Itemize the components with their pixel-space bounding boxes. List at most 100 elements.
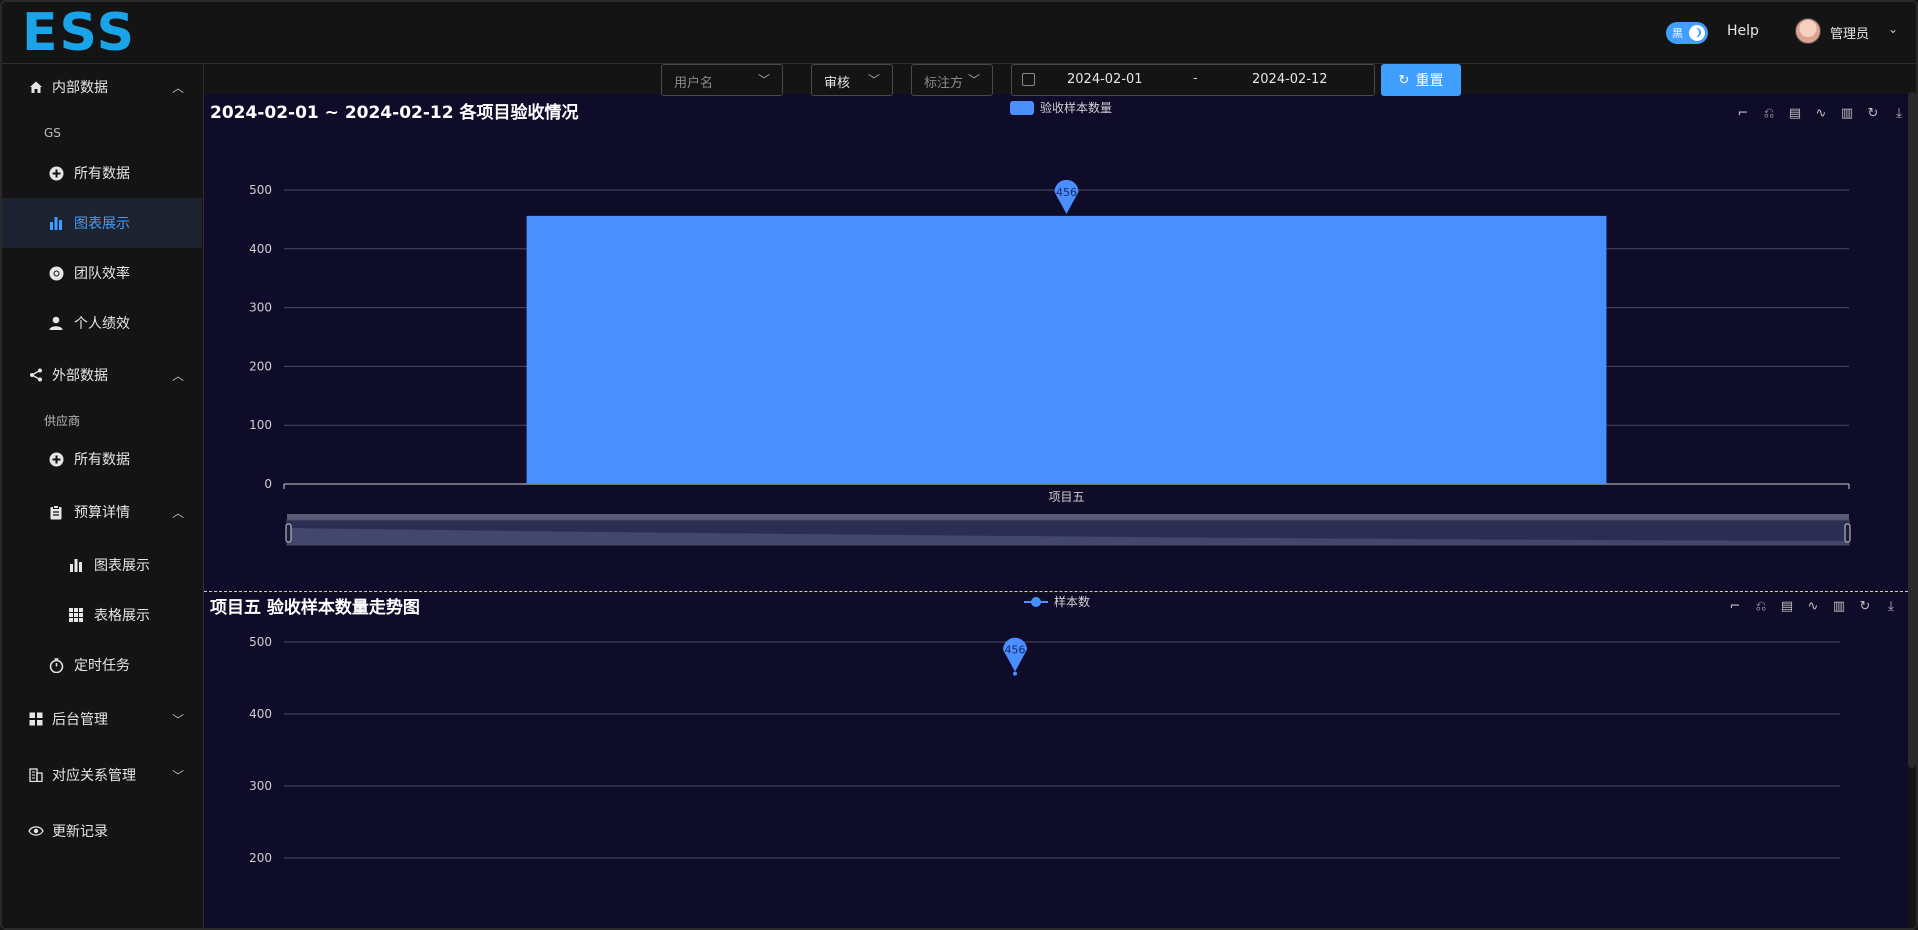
markpoint-label: 456 <box>1056 186 1077 199</box>
chart-panel-acceptance: 2024-02-01 ~ 2024-02-12 各项目验收情况 验收样本数量 ⌐… <box>204 94 1908 592</box>
sidebar-item-label: 图表展示 <box>94 558 150 574</box>
sidebar-group-external-data[interactable]: 外部数据 ︿ <box>2 350 202 400</box>
sidebar-item-budget-chart-display[interactable]: 图表展示 <box>2 540 202 590</box>
user-icon <box>48 315 64 331</box>
chevron-down-icon: ﹀ <box>171 712 184 727</box>
markpoint-label: 456 <box>1005 644 1026 657</box>
bar-chart: 0 100 200 300 400 500 项目五 456 <box>249 179 1851 546</box>
sidebar-item-label: 预算详情 <box>74 505 130 521</box>
sidebar-item-label: 团队效率 <box>74 266 130 282</box>
avatar[interactable] <box>1795 18 1821 44</box>
timer-icon <box>48 657 64 673</box>
data-zoom-left-handle <box>285 523 292 543</box>
date-start-input[interactable]: 2024-02-01 <box>1067 72 1143 87</box>
share-icon <box>28 367 44 383</box>
sidebar-item-all-data-external[interactable]: 所有数据 <box>2 434 202 484</box>
chevron-up-icon: ︿ <box>171 80 184 95</box>
help-link[interactable]: Help <box>1727 23 1759 39</box>
bar <box>526 215 1607 484</box>
sidebar-item-label: 所有数据 <box>74 452 130 468</box>
building-icon <box>28 767 44 783</box>
annotator-placeholder: 标注方 <box>924 76 964 91</box>
chevron-down-icon[interactable]: ⌄ <box>1888 22 1898 36</box>
chevron-down-icon: ﹀ <box>967 73 980 87</box>
markpoint-pin: 456 <box>1003 637 1027 672</box>
eye-icon <box>28 823 44 839</box>
chevron-down-icon: ﹀ <box>171 768 184 783</box>
y-tick-label: 200 <box>249 359 272 373</box>
top-header: ESS 黑 Help 管理员 ⌄ <box>2 2 1916 64</box>
filter-bar: 用户名 ﹀ 审核 ﹀ 标注方 ﹀ 2024-02-01 - 2024-02-12… <box>204 64 1916 96</box>
page-scrollbar[interactable] <box>1908 92 1916 768</box>
username-placeholder: 用户名 <box>674 76 714 91</box>
refresh-icon: ↻ <box>1398 72 1410 88</box>
line-point <box>1013 671 1017 676</box>
user-name[interactable]: 管理员 <box>1830 23 1869 42</box>
data-zoom-handle-bar <box>287 514 1849 520</box>
sidebar-group-label: 对应关系管理 <box>52 768 136 784</box>
sidebar-group-label: 外部数据 <box>52 368 108 384</box>
review-select[interactable]: 审核 ﹀ <box>811 64 893 96</box>
y-tick-label: 500 <box>249 183 272 197</box>
y-tick-label: 0 <box>264 477 272 491</box>
sidebar-group-internal-data[interactable]: 内部数据 ︿ <box>2 62 202 112</box>
chevron-down-icon: ﹀ <box>867 73 880 87</box>
sidebar-item-scheduled-tasks[interactable]: 定时任务 <box>2 640 202 690</box>
chart-panel-trend: 项目五 验收样本数量走势图 样本数 ⌐ ⎌ ▤ ∿ ▥ ↻ ⤓ 200 300 40… <box>204 593 1908 928</box>
sidebar-item-all-data-internal[interactable]: 所有数据 <box>2 148 202 198</box>
y-tick-label: 500 <box>249 635 272 649</box>
sidebar-sub-label-supplier: 供应商 <box>44 414 81 428</box>
review-value: 审核 <box>824 76 851 91</box>
chevron-up-icon: ︿ <box>171 505 184 520</box>
sidebar: 内部数据 ︿ GS 所有数据 图表展示 团队效率 个人绩效 外部数据 ︿ 供应商… <box>2 62 204 928</box>
date-separator: - <box>1193 71 1198 86</box>
sidebar-item-team-efficiency[interactable]: 团队效率 <box>2 248 202 298</box>
chrome-icon <box>48 265 64 281</box>
logo-graphic: ESS <box>22 3 134 63</box>
sidebar-item-label: 更新记录 <box>52 824 108 840</box>
date-end-input[interactable]: 2024-02-12 <box>1252 72 1328 87</box>
annotator-select[interactable]: 标注方 ﹀ <box>911 64 993 96</box>
sidebar-item-budget-table-display[interactable]: 表格展示 <box>2 590 202 640</box>
theme-toggle-label: 黑 <box>1672 27 1683 40</box>
data-zoom-right-handle <box>1844 523 1851 543</box>
y-tick-label: 100 <box>249 418 272 432</box>
sidebar-sub-label-gs: GS <box>44 126 61 140</box>
sidebar-item-label: 个人绩效 <box>74 316 130 332</box>
calendar-icon <box>1022 73 1035 86</box>
date-range-picker[interactable]: 2024-02-01 - 2024-02-12 <box>1011 64 1375 96</box>
chevron-up-icon: ︿ <box>171 368 184 383</box>
bar-chart-icon <box>48 215 64 231</box>
y-tick-label: 400 <box>249 707 272 721</box>
sidebar-group-label: 后台管理 <box>52 712 108 728</box>
chevron-down-icon: ﹀ <box>757 73 770 87</box>
sidebar-item-budget-details[interactable]: 预算详情 ︿ <box>2 487 202 537</box>
sidebar-item-label: 表格展示 <box>94 608 150 624</box>
y-tick-label: 400 <box>249 242 272 256</box>
username-select[interactable]: 用户名 ﹀ <box>661 64 783 96</box>
apps-icon <box>28 711 44 727</box>
clipboard-icon <box>48 504 64 520</box>
main-content: 2024-02-01 ~ 2024-02-12 各项目验收情况 验收样本数量 ⌐… <box>204 64 1916 928</box>
sidebar-item-changelog[interactable]: 更新记录 <box>2 806 202 856</box>
ess-logo[interactable]: ESS <box>22 3 162 63</box>
markpoint-pin: 456 <box>1054 179 1079 214</box>
plus-circle-icon <box>48 451 64 467</box>
home-icon <box>28 79 44 95</box>
y-tick-label: 300 <box>249 301 272 315</box>
y-tick-label: 200 <box>249 851 272 865</box>
sidebar-item-label: 所有数据 <box>74 166 130 182</box>
sidebar-group-admin[interactable]: 后台管理 ﹀ <box>2 694 202 744</box>
sidebar-item-label: 定时任务 <box>74 658 130 674</box>
sidebar-item-personal-performance[interactable]: 个人绩效 <box>2 298 202 348</box>
reset-button[interactable]: ↻ 重置 <box>1381 64 1461 96</box>
theme-toggle[interactable]: 黑 <box>1666 22 1708 44</box>
moon-icon <box>1689 25 1705 41</box>
sidebar-group-mapping[interactable]: 对应关系管理 ﹀ <box>2 750 202 800</box>
data-zoom-slider <box>285 514 1851 546</box>
reset-label: 重置 <box>1415 73 1444 89</box>
line-chart: 200 300 400 500 456 <box>249 635 1840 865</box>
sidebar-group-label: 内部数据 <box>52 80 108 96</box>
bar-chart-icon <box>68 557 84 573</box>
sidebar-item-chart-display[interactable]: 图表展示 <box>2 198 202 248</box>
